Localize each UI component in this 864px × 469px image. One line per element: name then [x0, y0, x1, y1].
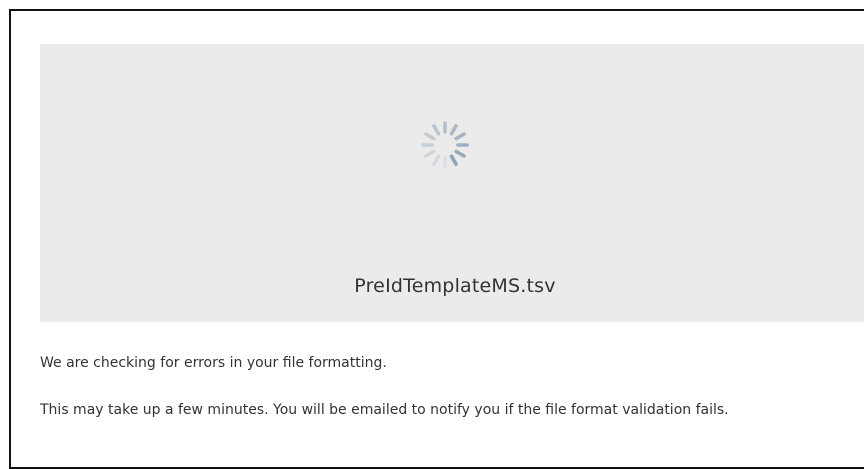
file-preview-area: PreIdTemplateMS.tsv [40, 44, 864, 322]
spinner-spoke [454, 132, 466, 141]
checking-message: We are checking for errors in your file … [40, 355, 387, 371]
spinner-spoke [432, 154, 441, 166]
spinner-spoke [449, 154, 458, 166]
loading-spinner-icon [421, 121, 469, 169]
spinner-spoke [454, 149, 466, 158]
file-name: PreIdTemplateMS.tsv [354, 275, 556, 297]
spinner-spoke [432, 124, 441, 136]
wait-message: This may take up a few minutes. You will… [40, 402, 729, 418]
upload-status-panel: PreIdTemplateMS.tsv We are checking for … [9, 9, 864, 469]
spinner-spoke [424, 149, 436, 158]
spinner-spoke [424, 132, 436, 141]
spinner-spoke [449, 124, 458, 136]
